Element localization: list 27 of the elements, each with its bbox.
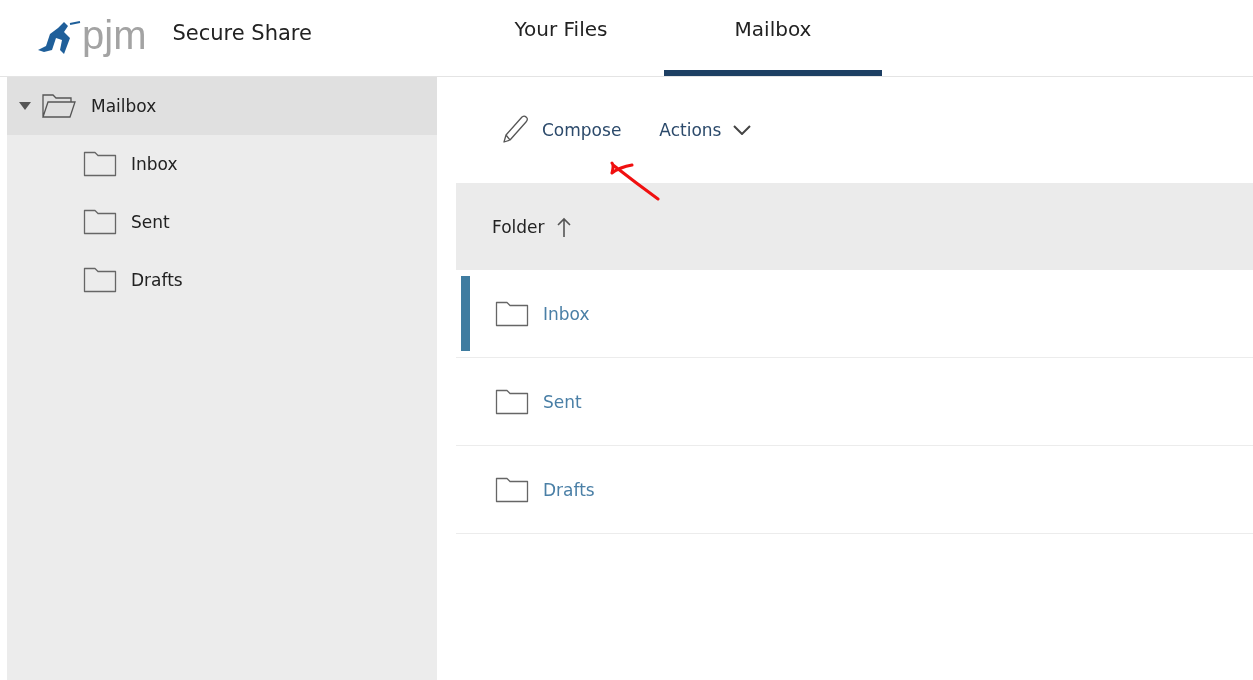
compose-button[interactable]: Compose [496, 114, 626, 146]
open-folder-icon [41, 93, 77, 119]
table-row[interactable]: Drafts [456, 446, 1253, 534]
tab[interactable]: Mailbox [664, 0, 882, 76]
chevron-down-icon [733, 125, 752, 135]
column-header[interactable]: Folder [492, 216, 571, 237]
folder-icon [83, 151, 117, 177]
tree-item[interactable]: Drafts [7, 251, 437, 309]
tree-item[interactable]: Mailbox [7, 77, 437, 135]
folder-icon [83, 267, 117, 293]
table-row[interactable]: Inbox [456, 270, 1253, 358]
folder-link[interactable]: Inbox [543, 303, 590, 324]
tree-item[interactable]: Sent [7, 193, 437, 251]
logo-text: pjm [82, 15, 147, 55]
tree-item[interactable]: Inbox [7, 135, 437, 193]
folder-icon [495, 476, 529, 503]
caret-down-icon[interactable] [19, 101, 31, 111]
folder-icon [495, 300, 529, 327]
folder-icon [83, 209, 117, 235]
actions-menu-button[interactable]: Actions [655, 120, 756, 140]
table-row[interactable]: Sent [456, 358, 1253, 446]
app-title: Secure Share [172, 21, 312, 45]
folder-link[interactable]: Sent [543, 391, 582, 412]
pencil-icon [500, 114, 530, 146]
folder-link[interactable]: Drafts [543, 479, 595, 500]
tab[interactable]: Your Files [466, 0, 656, 76]
folder-icon [495, 388, 529, 415]
